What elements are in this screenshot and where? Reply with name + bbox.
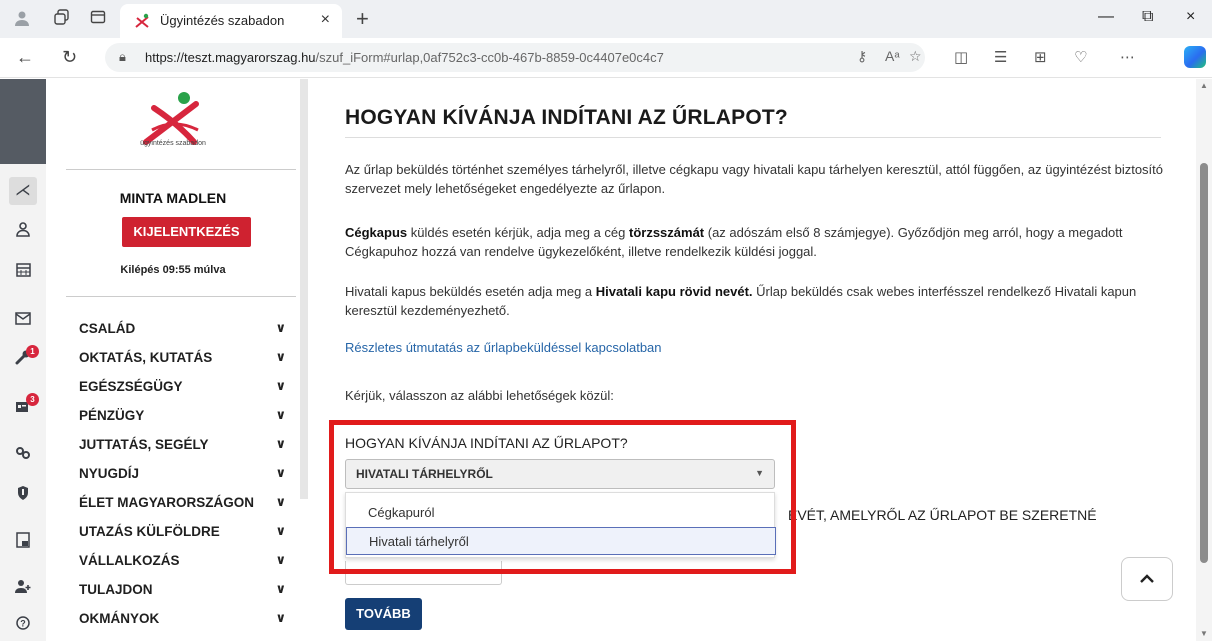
id-card-icon[interactable] (9, 530, 37, 558)
chevron-down-icon: ∨ (275, 378, 286, 393)
chevron-down-icon: ∨ (275, 349, 286, 364)
divider-top (66, 169, 296, 170)
side-menu-panel: ügyintézés szabadon MINTA MADLEN KIJELEN… (46, 79, 300, 641)
tab-actions-icon[interactable] (88, 9, 108, 29)
menu-item-egeszsegugy[interactable]: EGÉSZSÉGÜGY ∨ (79, 374, 294, 403)
chevron-down-icon: ∨ (275, 436, 286, 451)
app-icon-rail: ⋌ 1 3 ? (0, 79, 46, 641)
user-name: MINTA MADLEN (119, 190, 227, 206)
add-user-icon[interactable] (9, 575, 37, 603)
highlight-annotation-box (329, 420, 796, 574)
password-key-icon[interactable]: ⚷ (857, 48, 867, 65)
menu-item-tulajdon[interactable]: TULAJDON ∨ (79, 577, 294, 606)
address-bar-row: ← ↻ 🔒︎ https://teszt.magyarorszag.hu/szu… (0, 38, 1212, 78)
chevron-up-icon (1140, 574, 1154, 583)
minimize-icon[interactable]: — (1098, 8, 1114, 26)
profile-icon[interactable] (12, 9, 32, 29)
page-title: HOGYAN KÍVÁNJA INDÍTANI AZ ŰRLAPOT? (345, 106, 788, 129)
chevron-down-icon: ∨ (275, 581, 286, 596)
main-content: HOGYAN KÍVÁNJA INDÍTANI AZ ŰRLAPOT? Az ű… (308, 79, 1196, 641)
chevron-down-icon: ∨ (275, 494, 286, 509)
restore-icon[interactable]: ⧉ (1142, 8, 1153, 26)
mail-icon[interactable] (9, 307, 37, 335)
chevron-down-icon: ∨ (275, 465, 286, 480)
menu-item-nyugdij[interactable]: NYUGDÍJ ∨ (79, 461, 294, 490)
scrollbar-thumb[interactable] (1200, 163, 1208, 563)
refresh-icon[interactable]: ↻ (62, 47, 77, 68)
chevron-down-icon: ∨ (275, 523, 286, 538)
performance-icon[interactable]: ♡ (1074, 48, 1087, 66)
page-scrollbar[interactable]: ▲ ▼ (1196, 79, 1212, 641)
menu-item-vallalkozas[interactable]: VÁLLALKOZÁS ∨ (79, 548, 294, 577)
cegkapu-paragraph: Cégkapus küldés esetén kérjük, adja meg … (345, 225, 1123, 259)
tab-title: Ügyintézés szabadon (160, 13, 285, 28)
svg-text:?: ? (20, 619, 26, 629)
next-button[interactable]: TOVÁBB (345, 598, 422, 630)
menu-item-elet[interactable]: ÉLET MAGYARORSZÁGON ∨ (79, 490, 294, 519)
documents-icon[interactable]: 3 (9, 393, 39, 423)
session-timer: Kilépés 09:55 múlva (120, 264, 226, 276)
url-field[interactable]: 🔒︎ https://teszt.magyarorszag.hu/szuf_iF… (105, 43, 925, 72)
back-arrow-icon[interactable]: ← (16, 47, 34, 68)
scroll-up-arrow-icon[interactable]: ▲ (1200, 81, 1208, 90)
url-text: https://teszt.magyarorszag.hu/szuf_iForm… (145, 50, 664, 65)
page-info-icon[interactable]: 🔒︎ (119, 49, 126, 65)
browser-tab[interactable]: Ügyintézés szabadon × (120, 4, 342, 38)
wrench-badge: 1 (26, 345, 39, 358)
window-close-icon[interactable]: × (1186, 8, 1195, 26)
home-logo-icon[interactable]: ⋌ (9, 177, 37, 205)
category-menu: CSALÁD ∨ OKTATÁS, KUTATÁS ∨ EGÉSZSÉGÜGY ∨ P… (79, 316, 294, 635)
hivatali-paragraph: Hivatali kapus beküldés esetén adja meg … (345, 284, 1137, 318)
menu-item-csalad[interactable]: CSALÁD ∨ (79, 316, 294, 345)
chevron-down-icon: ∨ (275, 552, 286, 567)
title-divider (345, 137, 1161, 138)
copilot-icon[interactable] (1184, 46, 1206, 68)
menu-item-utazas[interactable]: UTAZÁS KÜLFÖLDRE ∨ (79, 519, 294, 548)
panel-scrollbar[interactable] (300, 79, 308, 499)
rail-header (0, 79, 46, 164)
read-aloud-icon[interactable]: A͏ᵃ (885, 48, 900, 64)
menu-item-oktatas[interactable]: OKTATÁS, KUTATÁS ∨ (79, 345, 294, 374)
intro-paragraph: Az űrlap beküldés történhet személyes tá… (345, 162, 1164, 196)
documents-badge: 3 (26, 393, 39, 406)
workspaces-icon[interactable] (52, 9, 72, 29)
favorite-star-icon[interactable]: ☆ (909, 48, 922, 65)
browser-tab-bar: Ügyintézés szabadon × + — ⧉ × (0, 0, 1212, 38)
choose-text: Kérjük, válasszon az alábbi lehetőségek … (345, 388, 614, 403)
menu-item-juttatas[interactable]: JUTTATÁS, SEGÉLY ∨ (79, 432, 294, 461)
wrench-icon[interactable]: 1 (9, 345, 39, 375)
logo-caption: ügyintézés szabadon (140, 140, 206, 147)
logout-button[interactable]: KIJELENTKEZÉS (122, 217, 251, 247)
shield-icon[interactable] (9, 482, 37, 510)
chevron-down-icon: ∨ (275, 320, 286, 335)
more-menu-icon[interactable]: ⋯ (1120, 48, 1135, 66)
partially-hidden-label: EVÉT, AMELYRŐL AZ ŰRLAPOT BE SZERETNÉ (788, 507, 1097, 523)
split-screen-icon[interactable]: ◫ (954, 48, 968, 66)
calendar-icon[interactable] (9, 259, 37, 287)
help-icon[interactable]: ? (9, 612, 37, 640)
scroll-down-arrow-icon[interactable]: ▼ (1200, 629, 1208, 638)
divider-bottom (66, 296, 296, 297)
favorites-icon[interactable]: ☰ (994, 48, 1007, 66)
menu-item-penzugy[interactable]: PÉNZÜGY ∨ (79, 403, 294, 432)
user-icon[interactable] (9, 219, 37, 247)
menu-item-okmanyok[interactable]: OKMÁNYOK ∨ (79, 606, 294, 635)
guide-link[interactable]: Részletes útmutatás az űrlapbeküldéssel … (345, 340, 662, 355)
scroll-to-top-button[interactable] (1121, 557, 1173, 601)
chevron-down-icon: ∨ (275, 610, 286, 625)
new-tab-button[interactable]: + (356, 6, 369, 32)
link-icon[interactable] (9, 443, 37, 471)
tab-close-icon[interactable]: × (321, 11, 330, 29)
collections-icon[interactable]: ⊞ (1034, 48, 1047, 66)
chevron-down-icon: ∨ (275, 407, 286, 422)
site-favicon-icon (135, 13, 149, 28)
